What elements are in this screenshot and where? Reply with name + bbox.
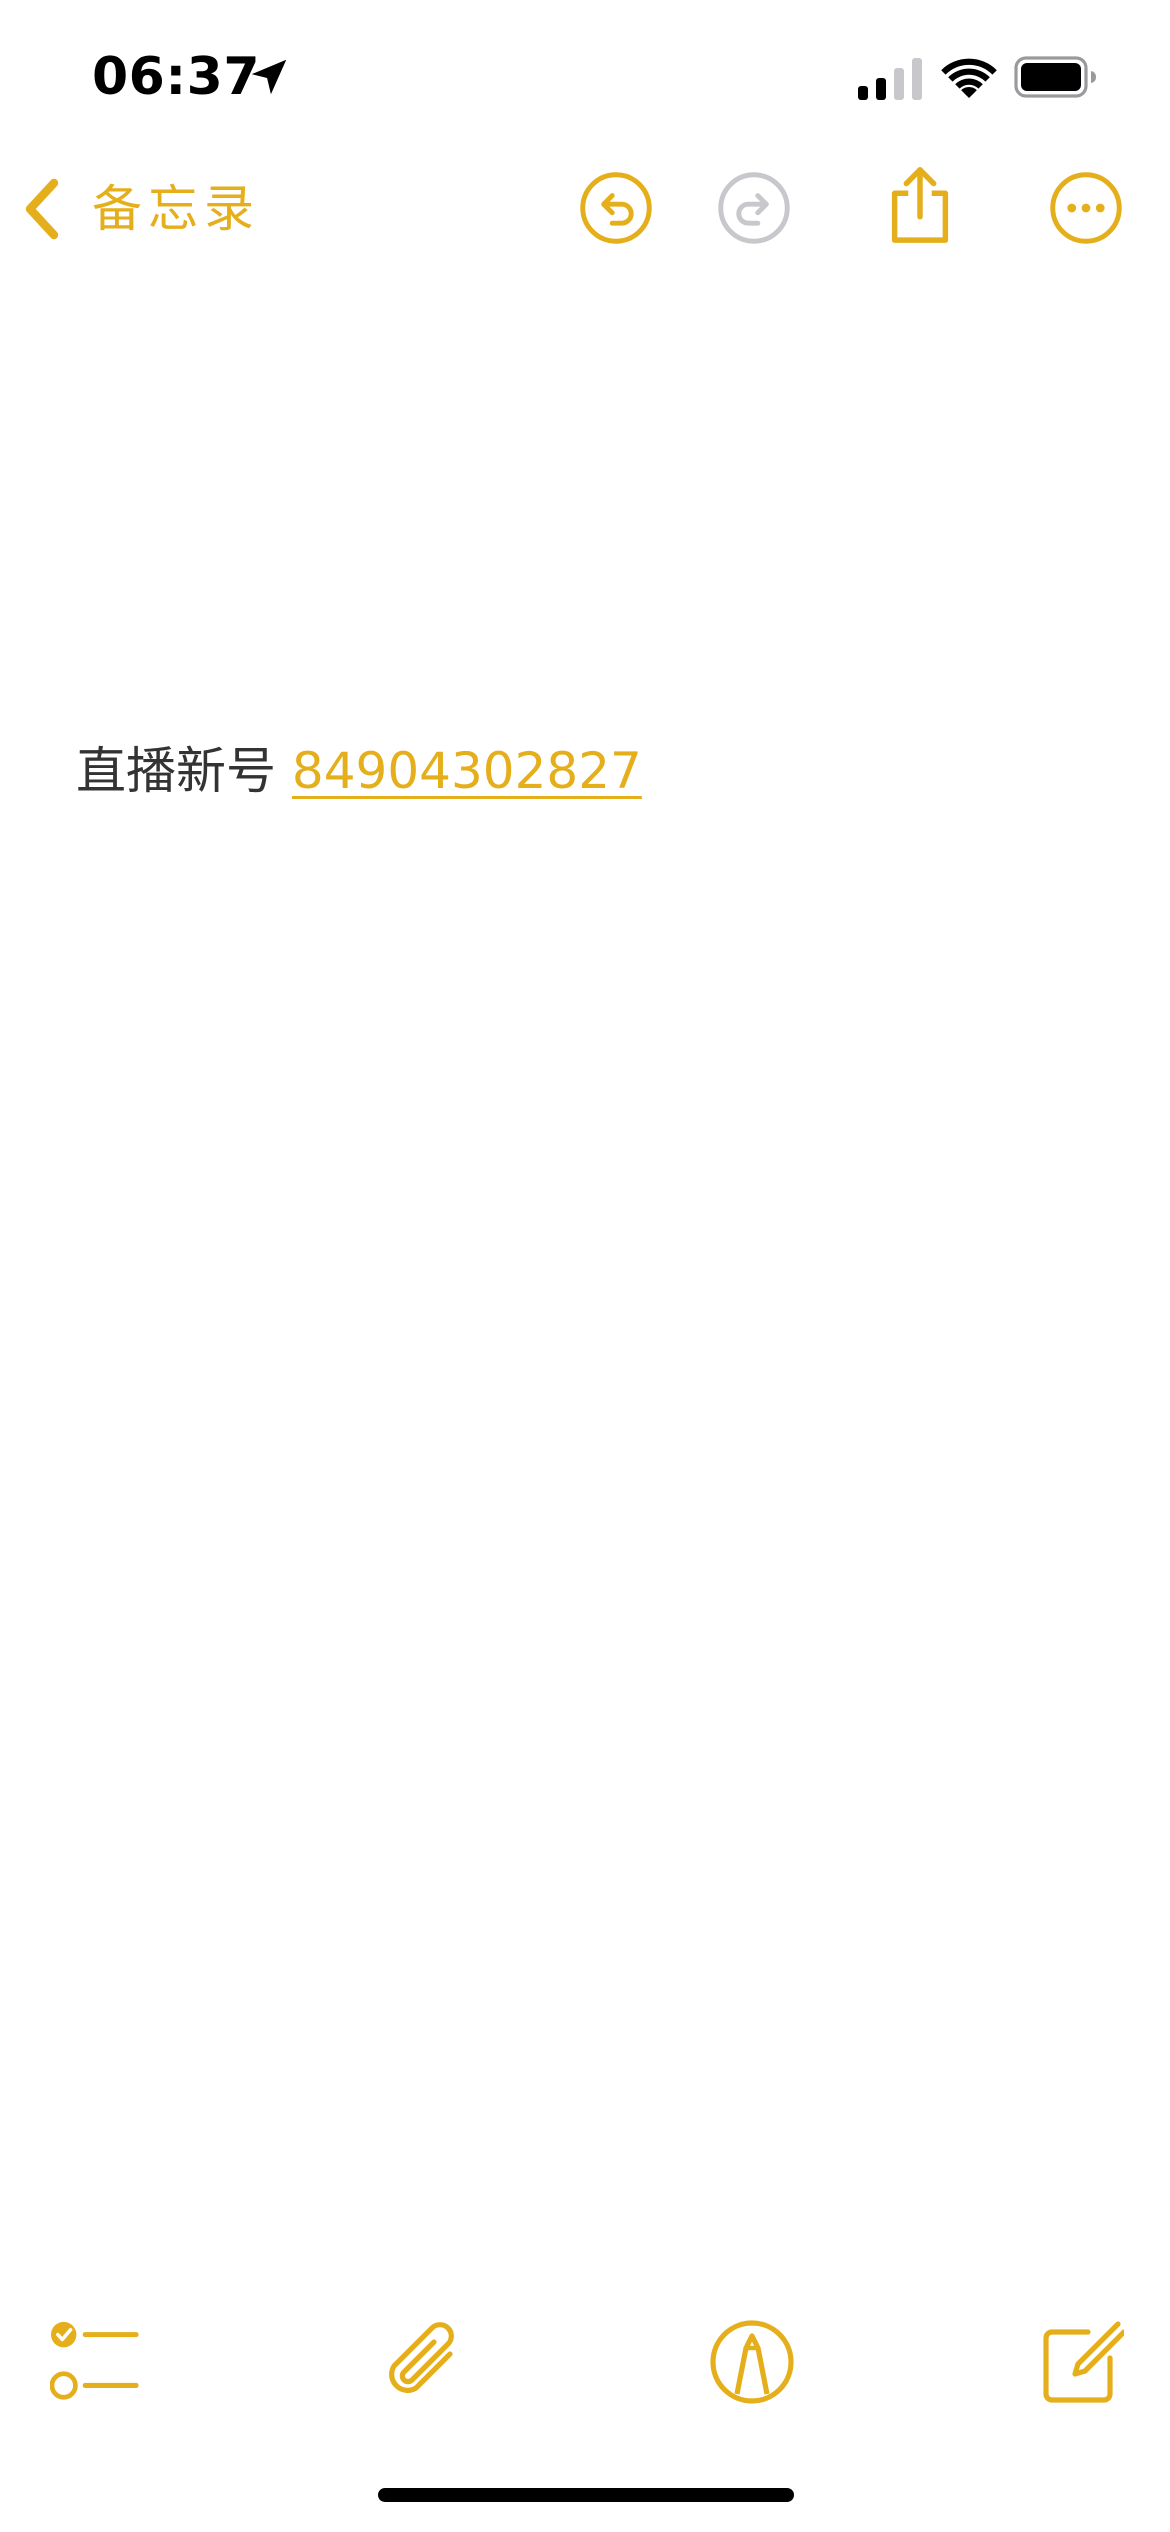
status-time: 06:37 (92, 47, 261, 107)
undo-button[interactable] (578, 170, 654, 246)
more-button[interactable] (1048, 170, 1124, 246)
paperclip-icon (389, 2322, 454, 2393)
markup-pen-icon (710, 2320, 794, 2404)
chevron-left-icon (25, 178, 59, 240)
more-icon (1050, 172, 1122, 244)
notes-screen: 06:37 备忘录 直播新号 84904302827 (0, 0, 1170, 2532)
home-indicator[interactable] (378, 2488, 794, 2502)
back-label: 备忘录 (92, 180, 260, 238)
checklist-icon (50, 2321, 139, 2400)
battery-icon (1014, 56, 1096, 98)
location-arrow-icon (251, 59, 287, 95)
note-body[interactable]: 直播新号 84904302827 (76, 736, 642, 806)
markup-button[interactable] (708, 2318, 796, 2406)
phone-number-link[interactable]: 84904302827 (292, 742, 642, 800)
share-button[interactable] (884, 164, 956, 246)
compose-button[interactable] (1040, 2318, 1124, 2406)
back-button[interactable]: 备忘录 (20, 172, 260, 246)
undo-icon (580, 172, 652, 244)
redo-button[interactable] (716, 170, 792, 246)
attachment-button[interactable] (382, 2318, 470, 2406)
wifi-icon (941, 58, 997, 98)
checklist-button[interactable] (50, 2318, 140, 2406)
note-text: 直播新号 (76, 742, 276, 800)
share-icon (891, 167, 949, 243)
redo-icon (718, 172, 790, 244)
cellular-signal-icon (858, 58, 922, 100)
compose-icon (1043, 2321, 1124, 2403)
